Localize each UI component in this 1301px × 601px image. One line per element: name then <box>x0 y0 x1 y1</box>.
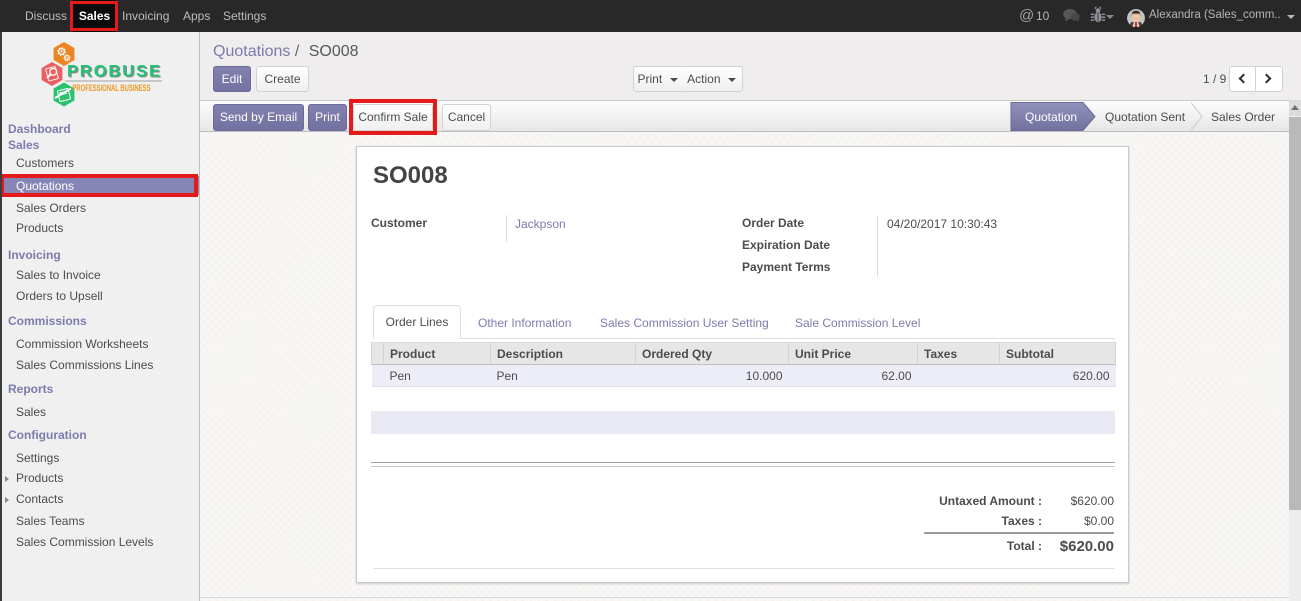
svg-text:Quotation Sent: Quotation Sent <box>1105 110 1186 124</box>
svg-text:PROBUSE: PROBUSE <box>67 62 160 80</box>
svg-text:Sales Order: Sales Order <box>1211 110 1275 124</box>
svg-text:PROFESSIONAL BUSINESS: PROFESSIONAL BUSINESS <box>73 83 151 93</box>
svg-text:Quotation: Quotation <box>1025 110 1077 124</box>
